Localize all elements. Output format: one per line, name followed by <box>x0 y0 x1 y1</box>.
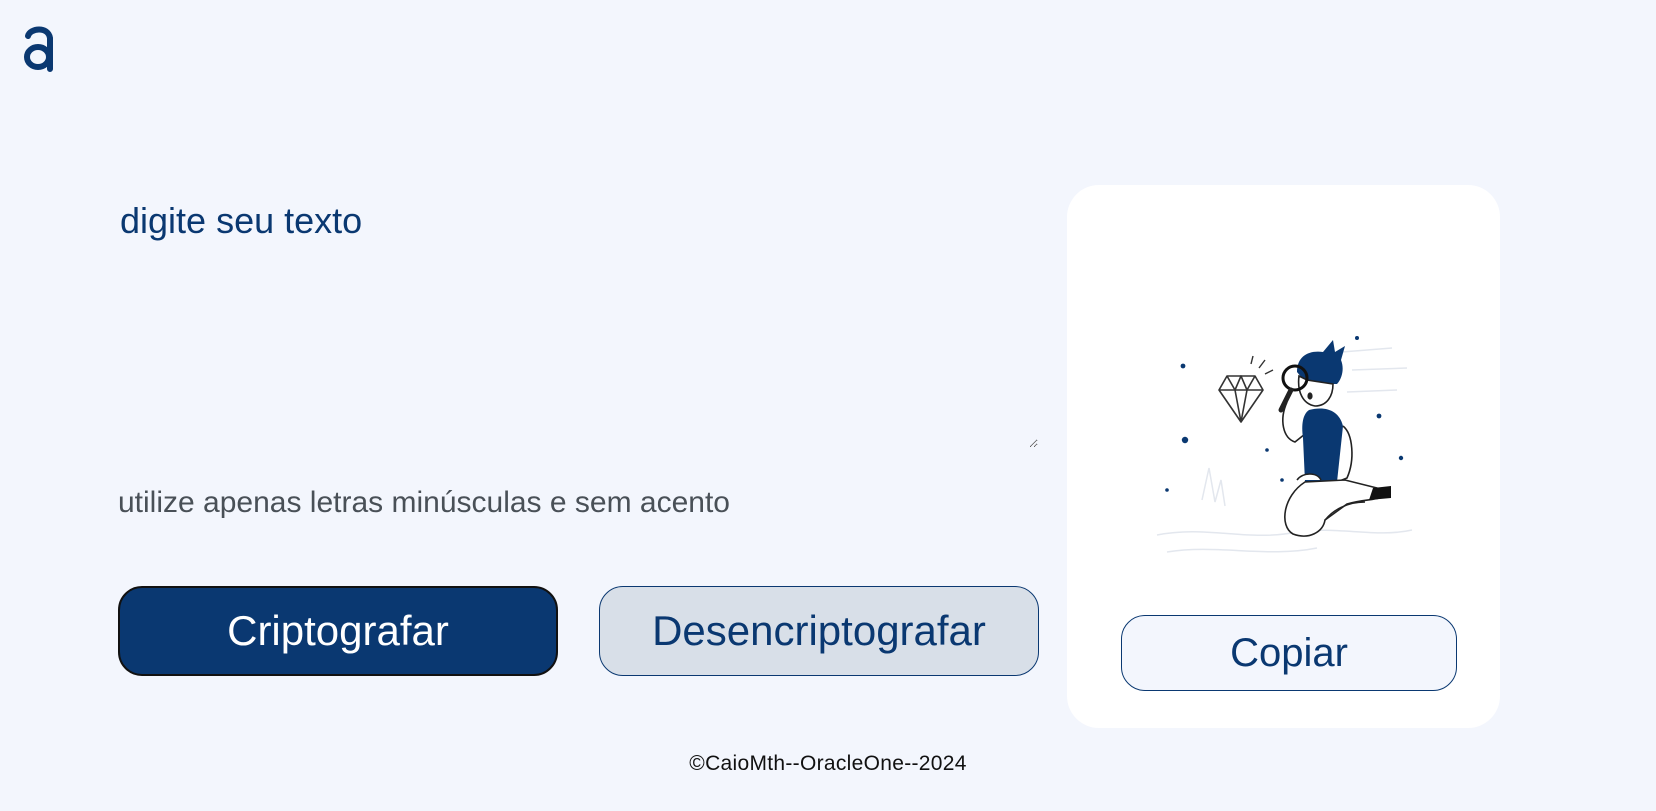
encrypt-button[interactable]: Criptografar <box>118 586 558 676</box>
alura-logo-icon <box>24 26 53 72</box>
footer-credit: ©CaioMth--OracleOne--2024 <box>689 752 967 775</box>
message-input[interactable] <box>118 186 1038 448</box>
decrypt-button[interactable]: Desencriptografar <box>599 586 1039 676</box>
person-magnifying-glass-diamond-icon <box>1156 336 1413 553</box>
output-panel: Copiar <box>1067 185 1500 728</box>
copy-button[interactable]: Copiar <box>1121 615 1457 691</box>
input-hint: utilize apenas letras minúsculas e sem a… <box>118 486 730 519</box>
